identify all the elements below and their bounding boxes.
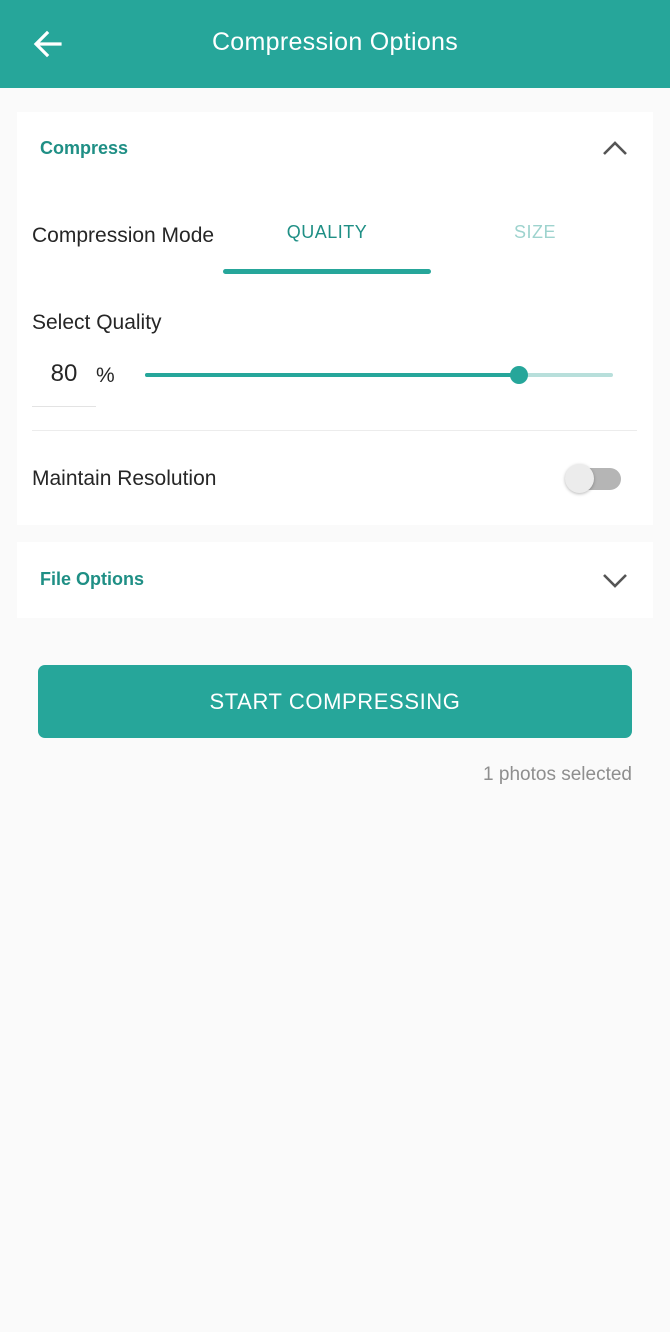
quality-value-input[interactable]: 80 — [32, 360, 96, 388]
photos-selected-status: 1 photos selected — [483, 764, 632, 785]
quality-slider[interactable] — [145, 362, 613, 388]
tab-indicator — [223, 269, 431, 274]
slider-fill — [145, 373, 519, 377]
quality-unit: % — [96, 364, 115, 387]
quality-input-underline — [32, 406, 96, 407]
chevron-up-icon[interactable] — [601, 139, 629, 157]
maintain-resolution-toggle[interactable] — [565, 464, 625, 494]
start-compressing-button[interactable]: START COMPRESSING — [38, 665, 632, 738]
compression-mode-label: Compression Mode — [32, 224, 215, 247]
tab-size[interactable]: SIZE — [431, 222, 639, 243]
select-quality-label: Select Quality — [32, 311, 162, 334]
compress-section-title: Compress — [40, 138, 129, 158]
toggle-thumb — [565, 464, 594, 493]
tab-quality[interactable]: QUALITY — [223, 222, 431, 243]
app-bar: Compression Options — [0, 0, 670, 88]
chevron-down-icon[interactable] — [601, 572, 629, 590]
compress-section: Compress Compression Mode QUALITY SIZE S… — [17, 112, 653, 525]
page-title: Compression Options — [211, 28, 459, 56]
file-options-section-title: File Options — [40, 569, 145, 589]
divider — [32, 430, 637, 431]
maintain-resolution-label: Maintain Resolution — [32, 467, 217, 490]
slider-thumb[interactable] — [510, 366, 528, 384]
file-options-section[interactable]: File Options — [17, 542, 653, 618]
